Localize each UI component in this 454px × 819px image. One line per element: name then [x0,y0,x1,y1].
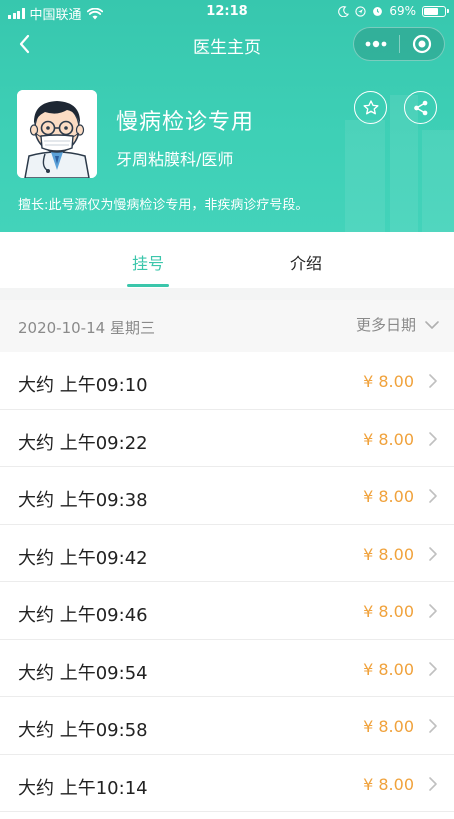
alarm-icon [373,7,383,16]
chevron-right-icon [429,374,437,388]
doctor-speciality: 擅长:此号源仅为慢病检诊专用，非疾病诊疗号段。 [18,198,309,213]
slot-item[interactable]: 大约 上午09:38 ¥ 8.00 [0,467,454,525]
chevron-right-icon [429,489,437,503]
chevron-right-icon [429,719,437,733]
slot-price: ¥ 8.00 [363,429,414,449]
doctor-name: 慢病检诊专用 [116,110,255,135]
slot-price: ¥ 8.00 [363,659,414,679]
more-dots-icon [365,40,387,48]
chevron-right-icon [429,776,437,791]
slot-price: ¥ 8.00 [363,372,414,391]
slot-item[interactable]: 大约 上午09:10 ¥ 8.00 [0,352,454,410]
slot-time: 大约 上午09:58 [18,720,148,741]
slot-time: 大约 上午09:46 [18,605,148,626]
nav-bar: 医生主页 [0,24,454,64]
doctor-avatar [17,90,97,178]
close-button[interactable] [400,28,445,60]
tab-intro[interactable]: 介绍 [290,250,322,274]
chevron-right-icon [429,661,437,676]
location-icon [355,5,366,17]
battery-icon [422,5,449,17]
slot-time: 大约 上午09:54 [18,662,148,684]
status-bar: 中国联通 12:18 69% [0,0,454,24]
mini-program-capsule [353,27,445,61]
chevron-right-icon [429,604,437,618]
doctor-header: 中国联通 12:18 69% 医生主页 慢病检诊专用 牙周粘膜科/医师 擅长:此… [0,0,454,232]
slot-price: ¥ 8.00 [363,602,414,621]
slot-item[interactable]: 大约 上午09:54 ¥ 8.00 [0,639,454,697]
favorite-button[interactable] [354,91,387,124]
slot-time: 大约 上午09:42 [18,547,148,569]
slot-item[interactable]: 大约 上午09:42 ¥ 8.00 [0,524,454,582]
slot-item[interactable]: 大约 上午09:22 ¥ 8.00 [0,409,454,467]
selected-date: 2020-10-14 星期三 [18,319,155,337]
slot-item[interactable]: 大约 上午10:14 ¥ 8.00 [0,754,454,812]
slot-time: 大约 上午09:38 [18,490,148,511]
doctor-department: 牙周粘膜科/医师 [116,150,234,169]
chevron-right-icon [429,546,437,561]
target-icon [412,34,431,54]
chevron-right-icon [429,431,437,446]
chevron-down-icon [425,320,439,329]
slot-item[interactable]: 大约 上午09:58 ¥ 8.00 [0,697,454,755]
slot-item[interactable]: 大约 上午09:46 ¥ 8.00 [0,582,454,640]
date-row: 2020-10-14 星期三 更多日期 [0,300,454,352]
share-icon [413,100,427,115]
slot-price: ¥ 8.00 [363,544,414,564]
slot-list: 大约 上午09:10 ¥ 8.00 大约 上午09:22 ¥ 8.00 大约 上… [0,352,454,812]
section-gap [0,288,454,300]
tab-bar: 挂号 介绍 [0,232,454,288]
more-dates-button[interactable]: 更多日期 [356,314,440,335]
more-button[interactable] [354,28,399,60]
active-tab-indicator [127,284,169,287]
tab-register[interactable]: 挂号 [132,250,164,274]
slot-time: 大约 上午09:22 [18,432,148,454]
slot-price: ¥ 8.00 [363,717,414,736]
slot-price: ¥ 8.00 [363,774,414,794]
share-button[interactable] [404,91,437,124]
slot-price: ¥ 8.00 [363,487,414,506]
slot-time: 大约 上午09:10 [18,375,148,396]
battery-percent: 69% [389,4,416,18]
background-building [345,120,385,232]
doctor-illustration [17,90,97,178]
star-icon [362,99,379,114]
background-building [422,130,454,232]
moon-icon [338,5,350,17]
slot-time: 大约 上午10:14 [18,777,148,799]
more-dates-label: 更多日期 [355,316,416,334]
